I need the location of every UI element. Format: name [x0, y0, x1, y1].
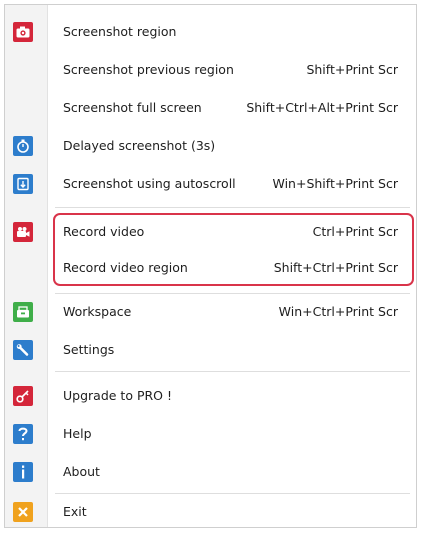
- menu-item-screenshot-previous-region[interactable]: Screenshot previous region Shift+Print S…: [5, 53, 416, 87]
- menu-item-screenshot-autoscroll[interactable]: Screenshot using autoscroll Win+Shift+Pr…: [5, 167, 416, 201]
- record-video-highlight: [53, 213, 414, 286]
- menu-item-shortcut: Win+Shift+Print Scr: [272, 176, 398, 191]
- context-menu: Screenshot region Screenshot previous re…: [4, 4, 417, 528]
- menu-separator: [55, 207, 410, 208]
- info-icon: [13, 462, 33, 482]
- wrench-icon: [13, 340, 33, 360]
- autoscroll-icon: [13, 174, 33, 194]
- menu-item-upgrade-pro[interactable]: Upgrade to PRO !: [5, 379, 416, 413]
- menu-item-screenshot-region[interactable]: Screenshot region: [5, 15, 416, 49]
- camera-icon: [13, 22, 33, 42]
- video-camera-icon: [13, 222, 33, 242]
- menu-item-settings[interactable]: Settings: [5, 333, 416, 367]
- workspace-icon: [13, 302, 33, 322]
- menu-item-shortcut: Win+Ctrl+Print Scr: [278, 304, 398, 319]
- menu-item-about[interactable]: About: [5, 455, 416, 489]
- menu-item-label: About: [63, 464, 100, 479]
- menu-separator: [55, 493, 410, 494]
- menu-item-delayed-screenshot[interactable]: Delayed screenshot (3s): [5, 129, 416, 163]
- menu-item-shortcut: Shift+Print Scr: [306, 62, 398, 77]
- menu-item-label: Exit: [63, 504, 87, 519]
- stopwatch-icon: [13, 136, 33, 156]
- menu-item-label: Screenshot previous region: [63, 62, 234, 77]
- menu-item-label: Delayed screenshot (3s): [63, 138, 216, 153]
- menu-item-label: Upgrade to PRO !: [63, 388, 172, 403]
- menu-item-label: Help: [63, 426, 92, 441]
- menu-item-label: Workspace: [63, 304, 132, 319]
- close-icon: [13, 502, 33, 522]
- menu-separator: [55, 371, 410, 372]
- menu-item-label: Screenshot full screen: [63, 100, 202, 115]
- menu-item-exit[interactable]: Exit: [5, 495, 416, 529]
- question-icon: [13, 424, 33, 444]
- menu-item-label: Screenshot region: [63, 24, 177, 39]
- menu-item-label: Settings: [63, 342, 115, 357]
- menu-item-workspace[interactable]: Workspace Win+Ctrl+Print Scr: [5, 295, 416, 329]
- menu-item-label: Screenshot using autoscroll: [63, 176, 236, 191]
- key-icon: [13, 386, 33, 406]
- menu-item-help[interactable]: Help: [5, 417, 416, 451]
- menu-item-screenshot-full-screen[interactable]: Screenshot full screen Shift+Ctrl+Alt+Pr…: [5, 91, 416, 125]
- menu-separator: [55, 293, 410, 294]
- menu-item-shortcut: Shift+Ctrl+Alt+Print Scr: [246, 100, 398, 115]
